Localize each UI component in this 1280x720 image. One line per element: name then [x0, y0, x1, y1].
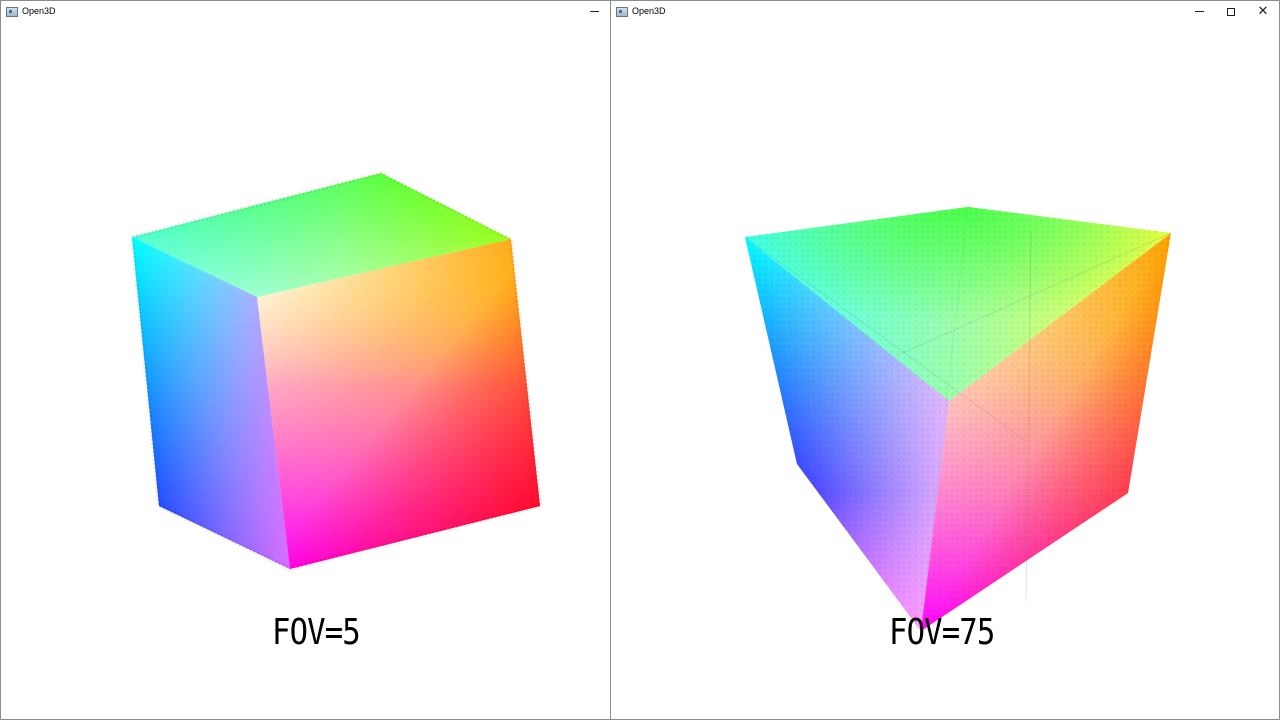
title-bar[interactable]: Open3D	[1, 1, 610, 22]
fov-label: FOV=5	[272, 612, 361, 653]
close-icon: ✕	[1257, 4, 1269, 19]
caption-buttons	[578, 1, 610, 22]
open3d-window-left: Open3D FOV=5	[0, 0, 611, 720]
render-viewport[interactable]: FOV=5	[1, 22, 610, 719]
minimize-button[interactable]	[578, 1, 610, 22]
close-button[interactable]: ✕	[1247, 1, 1279, 22]
minimize-icon	[589, 11, 599, 12]
window-title: Open3D	[22, 6, 56, 16]
minimize-icon	[1194, 11, 1204, 12]
open3d-app-icon	[6, 6, 18, 17]
render-viewport[interactable]: FOV=75	[611, 22, 1279, 719]
maximize-icon	[1227, 7, 1235, 16]
caption-buttons: ✕	[1183, 1, 1279, 22]
window-title: Open3D	[632, 6, 666, 16]
fov-label: FOV=75	[889, 612, 995, 653]
point-texture	[745, 207, 1171, 631]
cube-face-right-red	[257, 239, 540, 569]
title-bar[interactable]: Open3D ✕	[611, 1, 1279, 22]
open3d-app-icon	[616, 6, 628, 17]
minimize-button[interactable]	[1183, 1, 1215, 22]
open3d-window-right: Open3D ✕ FOV=75	[610, 0, 1280, 720]
maximize-button[interactable]	[1215, 1, 1247, 22]
